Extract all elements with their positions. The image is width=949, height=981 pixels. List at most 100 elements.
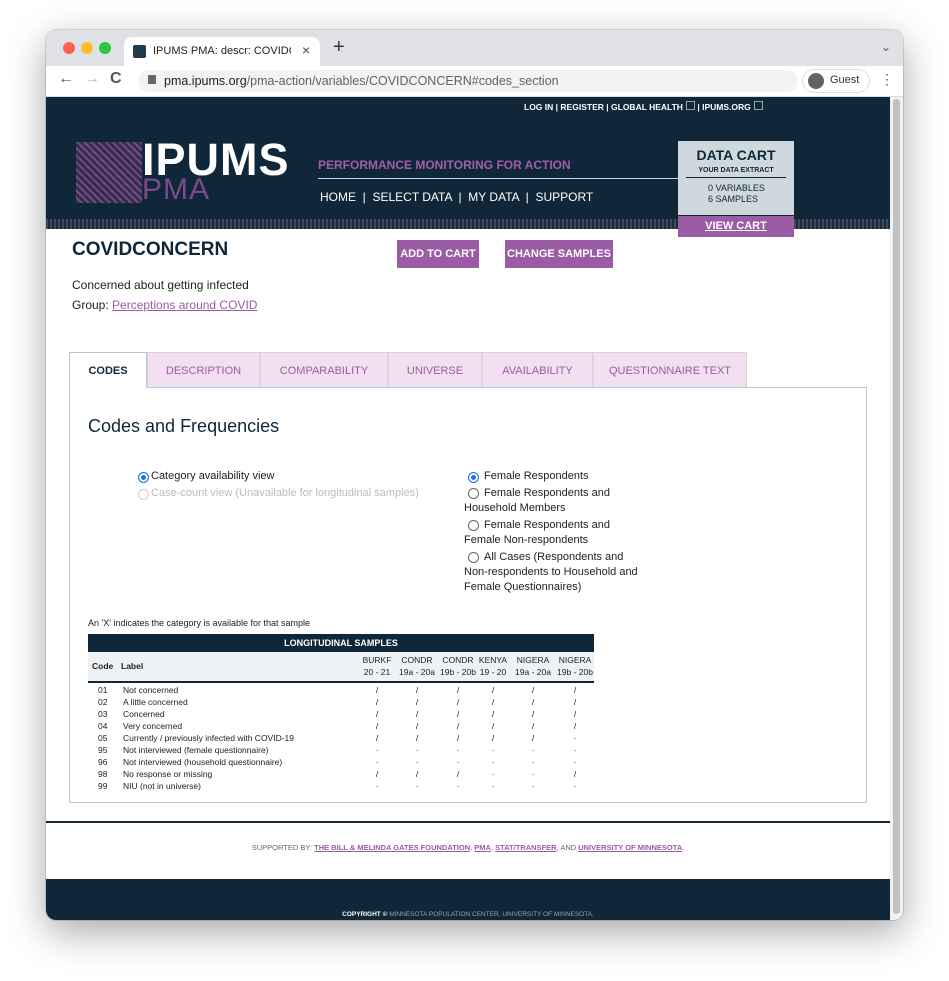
tab-strip: IPUMS PMA: descr: COVIDCO × + ⌄ [46,30,903,66]
close-window-button[interactable] [63,42,75,54]
profile-button[interactable]: Guest [802,69,870,93]
row-code: 99 [98,781,108,791]
availability-mark: · [456,757,460,767]
availability-mark: / [531,721,535,731]
availability-mark: / [456,721,460,731]
all-cases-radio[interactable] [468,552,479,563]
group-link[interactable]: Perceptions around COVID [112,298,257,312]
row-code: 05 [98,733,108,743]
stat-transfer-link[interactable]: STAT/TRANSFER [495,843,556,852]
availability-mark: · [573,757,577,767]
back-arrow-icon[interactable]: ← [58,70,74,88]
scrollbar-thumb[interactable] [893,99,900,914]
url-text: pma.ipums.org/pma-action/variables/COVID… [164,74,559,88]
availability-mark: / [573,697,577,707]
tab-comparability[interactable]: COMPARABILITY [260,352,388,388]
availability-mark: · [415,757,419,767]
availability-mark: · [531,757,535,767]
female-household-radio[interactable] [468,488,479,499]
tab-availability[interactable]: AVAILABILITY [482,352,593,388]
all-cases-label: All Cases (Respondents and [484,551,624,563]
table-title: LONGITUDINAL SAMPLES [88,634,594,652]
row-label: Not concerned [123,685,179,695]
tab-search-icon[interactable]: ⌄ [881,40,891,54]
cart-title: DATA CART [696,147,776,163]
tab-title: IPUMS PMA: descr: COVIDCO [153,45,291,57]
browser-menu-icon[interactable]: ⋮ [880,71,894,88]
female-respondents-radio[interactable] [468,472,479,483]
row-code: 95 [98,745,108,755]
punct: , [470,843,473,852]
tab-codes[interactable]: CODES [69,352,147,388]
nav-home[interactable]: HOME [320,190,356,204]
change-samples-button[interactable]: CHANGE SAMPLES [505,240,613,268]
sample-header-bottom: 19b - 20b [557,667,593,677]
footer-divider [46,821,890,823]
nav-my-data[interactable]: MY DATA [468,190,519,204]
case-count-view-label: Case-count view (Unavailable for longitu… [151,487,419,499]
row-label: Not interviewed (female questionnaire) [123,745,269,755]
gates-foundation-link[interactable]: THE BILL & MELINDA GATES FOUNDATION [314,843,470,852]
table-header-row: Code Label BURKF 20 - 21 CONDR 19a - 20a CON… [88,652,594,683]
availability-mark: / [456,685,460,695]
punct: . [682,843,685,852]
tab-description[interactable]: DESCRIPTION [147,352,260,388]
university-of-minnesota-link[interactable]: UNIVERSITY OF MINNESOTA [578,843,682,852]
view-cart-button[interactable]: VIEW CART [678,216,794,237]
forward-arrow-icon[interactable]: → [84,70,100,88]
sample-header-top: KENYA [478,655,508,665]
row-label: Not interviewed (household questionnaire… [123,757,283,767]
row-label: NIU (not in universe) [123,781,201,791]
nav-support[interactable]: SUPPORT [535,190,593,204]
zoom-window-button[interactable] [99,42,111,54]
availability-mark: · [375,757,379,767]
copyright-label: COPYRIGHT © [342,911,388,918]
availability-mark: / [375,733,379,743]
availability-note: An 'X' indicates the category is availab… [88,618,311,628]
tab-questionnaire-text[interactable]: QUESTIONNAIRE TEXT [593,352,747,388]
cart-samples-count: 6 SAMPLES [708,194,759,204]
availability-mark: / [491,709,495,719]
global-health-link[interactable]: GLOBAL HEALTH [611,102,683,112]
nav-select-data[interactable]: SELECT DATA [372,190,451,204]
category-view-radio[interactable] [138,472,149,483]
browser-tab[interactable]: IPUMS PMA: descr: COVIDCO × [124,37,320,66]
reload-icon[interactable]: C [110,70,122,88]
login-link[interactable]: LOG IN [524,102,553,112]
punct: , [556,843,559,852]
register-link[interactable]: REGISTER [560,102,603,112]
pma-link[interactable]: PMA [474,843,491,852]
availability-mark: / [456,697,460,707]
group-label: Group: [72,298,109,312]
new-tab-button[interactable]: + [333,36,345,59]
availability-mark: · [375,781,379,791]
variable-group: Group: Perceptions around COVID [72,298,257,312]
tab-close-icon[interactable]: × [302,42,310,58]
availability-mark: / [531,709,535,719]
availability-mark: / [573,709,577,719]
tab-universe[interactable]: UNIVERSE [388,352,482,388]
add-to-cart-button[interactable]: ADD TO CART [397,240,479,268]
logo-pma-text[interactable]: PMA [142,173,210,207]
address-bar[interactable]: pma.ipums.org/pma-action/variables/COVID… [138,70,798,92]
row-code: 96 [98,757,108,767]
utility-bar: LOG IN | REGISTER | GLOBAL HEALTH | IPUM… [46,97,890,117]
minimize-window-button[interactable] [81,42,93,54]
separator: | [362,190,366,204]
availability-mark: / [375,769,379,779]
row-code: 02 [98,697,108,707]
sample-header-bottom: 19a - 20a [399,667,435,677]
all-cases-label-2: Non-respondents to Household and [464,566,638,578]
row-label: Currently / previously infected with COV… [123,733,295,743]
all-cases-label-3: Female Questionnaires) [464,581,582,593]
female-household-label: Female Respondents and [484,487,610,499]
page-scrollbar[interactable] [890,97,903,920]
availability-mark: · [456,745,460,755]
female-nonrespondents-radio[interactable] [468,520,479,531]
copyright: COPYRIGHT © MINNESOTA POPULATION CENTER,… [46,911,890,918]
availability-mark: / [415,697,419,707]
ipums-globe-logo-icon[interactable] [76,142,142,203]
availability-mark: · [491,745,495,755]
ipums-org-link[interactable]: IPUMS.ORG [702,102,751,112]
cart-variables-count: 0 VARIABLES [708,183,765,193]
